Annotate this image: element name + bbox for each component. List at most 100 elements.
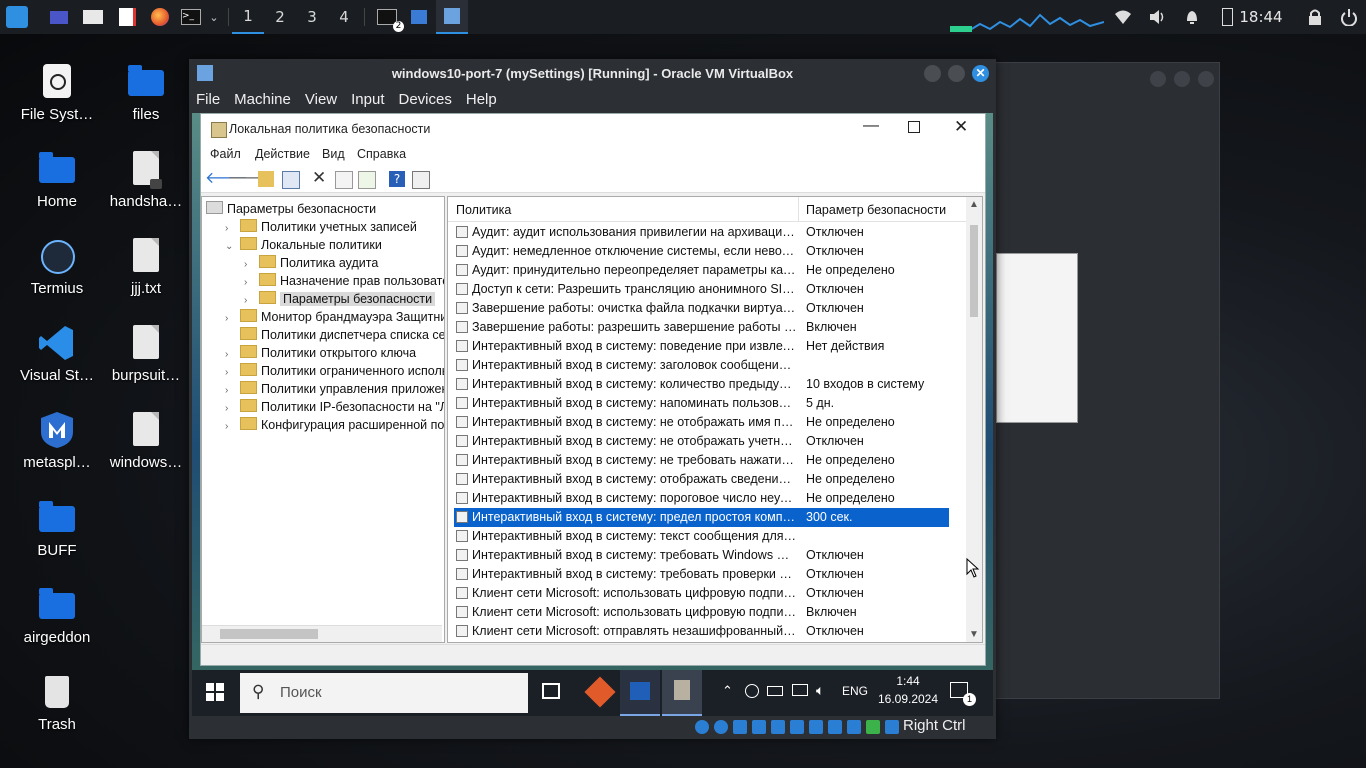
menu-machine[interactable]: Machine (227, 87, 298, 113)
policy-row[interactable]: Аудит: немедленное отключение системы, е… (454, 242, 949, 261)
column-setting[interactable]: Параметр безопасности (806, 203, 946, 217)
tree-pane[interactable]: Параметры безопасности › Политики учетных … (201, 196, 445, 643)
vt-x-icon[interactable] (847, 720, 861, 734)
workspace-4[interactable]: 4 (328, 0, 360, 34)
secpol-titlebar[interactable]: Локальная политика безопасности — ✕ (201, 114, 985, 144)
menu-fail[interactable]: Файл (210, 147, 241, 161)
tray-meet-icon[interactable] (745, 684, 759, 698)
desktop-icon-filesystem[interactable]: File Syst… (12, 62, 102, 123)
notifications-icon[interactable]: 1 (950, 682, 976, 706)
policy-row[interactable]: Интерактивный вход в систему: количество… (454, 375, 949, 394)
win-maximize-button[interactable] (908, 121, 920, 133)
action-pane-icon[interactable] (412, 171, 430, 189)
maximize-button[interactable] (948, 65, 965, 82)
policy-row[interactable]: Интерактивный вход в систему: не требова… (454, 451, 949, 470)
task-view-icon[interactable] (542, 683, 560, 699)
audio-icon[interactable] (733, 720, 747, 734)
desktop-icon-buff[interactable]: BUFF (12, 498, 102, 559)
mouse-integration-icon[interactable] (885, 720, 899, 734)
tree-node[interactable]: › Параметры безопасности (244, 290, 436, 308)
text-editor-icon[interactable] (116, 0, 138, 34)
tree-hscrollbar[interactable] (202, 625, 442, 642)
lock-icon[interactable] (1306, 8, 1324, 26)
minimize-button[interactable] (924, 65, 941, 82)
desktop-icon-files[interactable]: files (101, 62, 191, 123)
optical-drive-icon[interactable] (714, 720, 728, 734)
kali-menu-icon[interactable] (4, 0, 30, 34)
background-window[interactable] (995, 62, 1220, 699)
git-icon[interactable] (584, 676, 616, 708)
scroll-up-icon[interactable]: ▲ (969, 199, 979, 210)
secpol-window[interactable]: Локальная политика безопасности — ✕ Файл… (200, 113, 986, 666)
hdd-icon[interactable] (695, 720, 709, 734)
recording-icon[interactable] (828, 720, 842, 734)
display-icon[interactable] (809, 720, 823, 734)
show-tree-icon[interactable] (282, 171, 300, 189)
host-key[interactable]: Right Ctrl (903, 717, 966, 734)
powershell-task[interactable] (620, 670, 660, 716)
win-minimize-button[interactable]: — (863, 117, 879, 135)
tray-network-icon[interactable] (792, 684, 808, 696)
workspace-2[interactable]: 2 (264, 0, 296, 34)
list-vscroll-thumb[interactable] (970, 225, 978, 317)
policy-row[interactable]: Интерактивный вход в систему: пороговое … (454, 489, 949, 508)
power-icon[interactable] (1340, 8, 1358, 27)
desktop-icon-burpsuite[interactable]: burpsuit… (101, 323, 191, 384)
desktop-icon-termius[interactable]: Termius (12, 236, 102, 297)
desktop-icon-metasploit[interactable]: metaspl… (12, 410, 102, 471)
menu-help-ru[interactable]: Справка (357, 147, 406, 161)
workspace-3[interactable]: 3 (296, 0, 328, 34)
volume-icon[interactable] (1148, 8, 1166, 26)
desktop-icon-vscode[interactable]: Visual St… (12, 323, 102, 384)
desktop-icon-airgeddon[interactable]: airgeddon (12, 585, 102, 646)
terminal-icon[interactable]: >_ (180, 0, 202, 34)
network-adapter-icon[interactable] (752, 720, 766, 734)
up-folder-icon[interactable] (258, 171, 274, 187)
battery-icon[interactable] (1218, 8, 1236, 26)
show-desktop-icon[interactable] (48, 0, 70, 34)
menu-input[interactable]: Input (344, 87, 391, 113)
delete-icon[interactable]: ✕ (312, 170, 328, 187)
win-close-button[interactable]: ✕ (954, 117, 968, 137)
policy-row[interactable]: Интерактивный вход в систему: заголовок … (454, 356, 949, 375)
policy-list[interactable]: Политика ⌃ Параметр безопасности Аудит: … (447, 196, 983, 643)
tree-node[interactable]: Параметры безопасности (206, 200, 376, 218)
policy-row[interactable]: Интерактивный вход в систему: текст сооб… (454, 527, 949, 546)
tray-battery-icon[interactable] (767, 686, 783, 696)
scroll-down-icon[interactable]: ▼ (969, 629, 979, 640)
tree-node[interactable]: ›Политики IP-безопасности на "Лока (225, 398, 444, 416)
menu-help[interactable]: Help (459, 87, 504, 113)
chevron-down-icon[interactable]: ⌄ (225, 238, 235, 256)
properties-icon[interactable] (335, 171, 353, 189)
desktop-icon-jjj[interactable]: jjj.txt (101, 236, 191, 297)
tree-node[interactable]: ⌄ Локальные политики (225, 236, 382, 254)
back-arrow-icon[interactable]: 🡐 (205, 170, 248, 187)
tree-node[interactable]: › Политика аудита (244, 254, 378, 272)
policy-row[interactable]: Аудит: аудит использования привилегии на… (454, 223, 949, 242)
policy-row[interactable]: Клиент сети Microsoft: использовать цифр… (454, 603, 949, 622)
tray-clock[interactable]: 1:44 16.09.2024 (862, 672, 954, 708)
policy-row[interactable]: Доступ к сети: Разрешить трансляцию анон… (454, 280, 949, 299)
policy-row[interactable]: Клиент сети Microsoft: отправлять незаши… (454, 622, 949, 641)
file-manager-icon[interactable] (82, 0, 104, 34)
task-terminal-icon[interactable]: 2 (374, 0, 404, 34)
menu-view[interactable]: View (298, 87, 344, 113)
menu-file[interactable]: File (189, 87, 227, 113)
clock[interactable]: 18:44 (1236, 0, 1286, 34)
policy-row[interactable]: Интерактивный вход в систему: отображать… (454, 470, 949, 489)
firefox-icon[interactable] (149, 0, 171, 34)
vbox-titlebar[interactable]: windows10-port-7 (mySettings) [Running] … (189, 59, 996, 87)
policy-row[interactable]: Интерактивный вход в систему: предел про… (454, 508, 949, 527)
tree-hscroll-thumb[interactable] (220, 629, 318, 639)
export-icon[interactable] (358, 171, 376, 189)
tray-chevron-icon[interactable]: ⌃ (722, 683, 733, 699)
policy-row[interactable]: Интерактивный вход в систему: требовать … (454, 565, 949, 584)
policy-row[interactable]: Интерактивный вход в систему: поведение … (454, 337, 949, 356)
windows-start-icon[interactable] (206, 683, 224, 701)
menu-view-ru[interactable]: Вид (322, 147, 345, 161)
policy-row[interactable]: Клиент сети Microsoft: использовать цифр… (454, 584, 949, 603)
menu-devices[interactable]: Devices (392, 87, 459, 113)
workspace-1[interactable]: 1 (232, 0, 264, 34)
secpol-task[interactable] (662, 670, 702, 716)
windows-search-box[interactable]: ⚲ Поиск (240, 673, 528, 713)
